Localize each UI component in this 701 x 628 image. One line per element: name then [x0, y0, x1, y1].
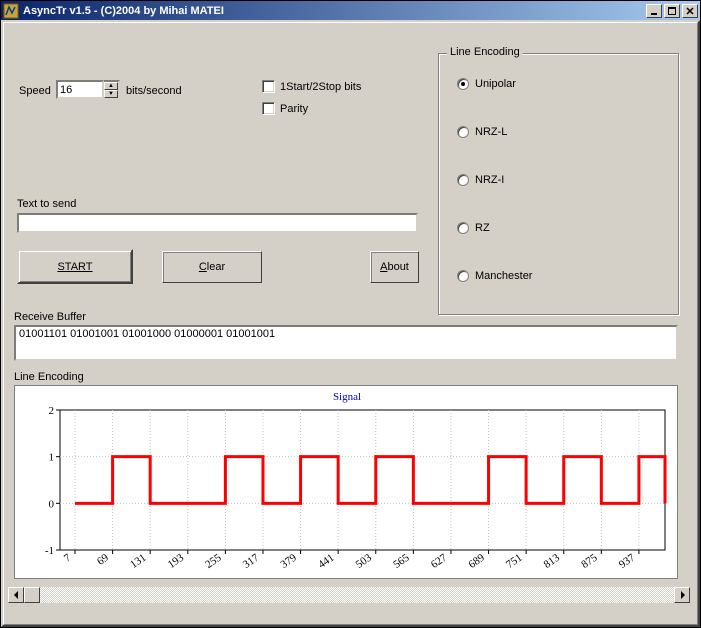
- svg-text:813: 813: [542, 551, 563, 571]
- svg-text:875: 875: [579, 551, 600, 571]
- minimize-button[interactable]: [646, 4, 662, 18]
- receive-buffer-input[interactable]: [14, 325, 678, 361]
- encoding-radio-nrz-l[interactable]: NRZ-L: [457, 126, 507, 138]
- svg-text:193: 193: [166, 551, 187, 571]
- signal-chart: Signal -1 0 1 2 7 69 131 193 255 317 379 441 503 565 62…: [15, 386, 679, 580]
- parity-checkbox[interactable]: Parity: [262, 102, 308, 115]
- chart-section-label: Line Encoding: [14, 371, 84, 383]
- svg-text:-1: -1: [45, 545, 54, 557]
- radio-label: Manchester: [475, 270, 532, 282]
- svg-text:Signal: Signal: [333, 391, 361, 403]
- svg-text:69: 69: [95, 551, 111, 567]
- svg-text:7: 7: [62, 551, 74, 564]
- scroll-thumb[interactable]: [24, 587, 40, 603]
- encoding-radio-unipolar[interactable]: Unipolar: [457, 78, 516, 90]
- scroll-track[interactable]: [40, 587, 674, 603]
- clear-button[interactable]: Clear: [162, 251, 262, 283]
- window-controls: [646, 4, 698, 18]
- svg-text:2: 2: [49, 405, 55, 417]
- svg-text:627: 627: [429, 551, 450, 571]
- svg-text:131: 131: [128, 552, 148, 571]
- radio-label: RZ: [475, 222, 490, 234]
- svg-text:0: 0: [49, 498, 55, 510]
- checkbox-box-icon: [262, 80, 275, 93]
- speed-input[interactable]: [56, 80, 104, 99]
- startstop-label: 1Start/2Stop bits: [280, 81, 361, 93]
- svg-text:1: 1: [49, 452, 55, 464]
- spinner-up-icon[interactable]: ▲: [104, 82, 118, 90]
- radio-ring-icon: [457, 222, 469, 234]
- close-button[interactable]: [682, 4, 698, 18]
- chart-panel: Signal -1 0 1 2 7 69 131 193 255 317 379 441 503 565 62…: [14, 385, 678, 579]
- encoding-radio-rz[interactable]: RZ: [457, 222, 490, 234]
- spinner-down-icon[interactable]: ▼: [104, 90, 118, 98]
- scroll-left-icon[interactable]: [8, 587, 24, 603]
- radio-ring-icon: [457, 174, 469, 186]
- line-encoding-group: Line Encoding UnipolarNRZ-LNRZ-IRZManche…: [438, 53, 679, 315]
- start-button[interactable]: START: [17, 249, 133, 284]
- app-icon: [3, 3, 19, 19]
- receive-buffer-label: Receive Buffer: [14, 311, 86, 323]
- window-title: AsyncTr v1.5 - (C)2004 by Mihai MATEI: [23, 5, 646, 17]
- encoding-radio-nrz-i[interactable]: NRZ-I: [457, 174, 504, 186]
- encoding-radio-manchester[interactable]: Manchester: [457, 270, 532, 282]
- parity-label: Parity: [280, 103, 308, 115]
- svg-text:255: 255: [203, 551, 224, 571]
- radio-label: Unipolar: [475, 78, 516, 90]
- radio-ring-icon: [457, 126, 469, 138]
- speed-label: Speed: [19, 85, 51, 97]
- svg-text:317: 317: [241, 551, 262, 571]
- about-button[interactable]: About: [370, 251, 419, 283]
- text-to-send-label: Text to send: [17, 198, 76, 210]
- radio-ring-icon: [457, 78, 469, 90]
- horizontal-scrollbar[interactable]: [8, 587, 690, 603]
- text-to-send-input[interactable]: [17, 213, 418, 233]
- svg-text:689: 689: [466, 551, 487, 571]
- maximize-button[interactable]: [664, 4, 680, 18]
- application-window: AsyncTr v1.5 - (C)2004 by Mihai MATEI Sp…: [0, 0, 701, 628]
- radio-ring-icon: [457, 270, 469, 282]
- speed-unit-label: bits/second: [126, 85, 182, 97]
- svg-text:937: 937: [617, 551, 638, 571]
- svg-text:565: 565: [391, 551, 412, 571]
- checkbox-box-icon: [262, 102, 275, 115]
- speed-spinner[interactable]: ▲ ▼: [56, 80, 120, 100]
- svg-text:441: 441: [316, 552, 336, 571]
- radio-label: NRZ-I: [475, 174, 504, 186]
- startstop-checkbox[interactable]: 1Start/2Stop bits: [262, 80, 361, 93]
- line-encoding-group-label: Line Encoding: [447, 46, 523, 58]
- radio-label: NRZ-L: [475, 126, 507, 138]
- svg-text:503: 503: [354, 551, 375, 571]
- svg-text:751: 751: [504, 552, 524, 571]
- titlebar[interactable]: AsyncTr v1.5 - (C)2004 by Mihai MATEI: [1, 1, 700, 20]
- scroll-right-icon[interactable]: [674, 587, 690, 603]
- client-area: Speed ▲ ▼ bits/second 1Start/2Stop bits …: [1, 20, 700, 627]
- svg-text:379: 379: [278, 551, 299, 571]
